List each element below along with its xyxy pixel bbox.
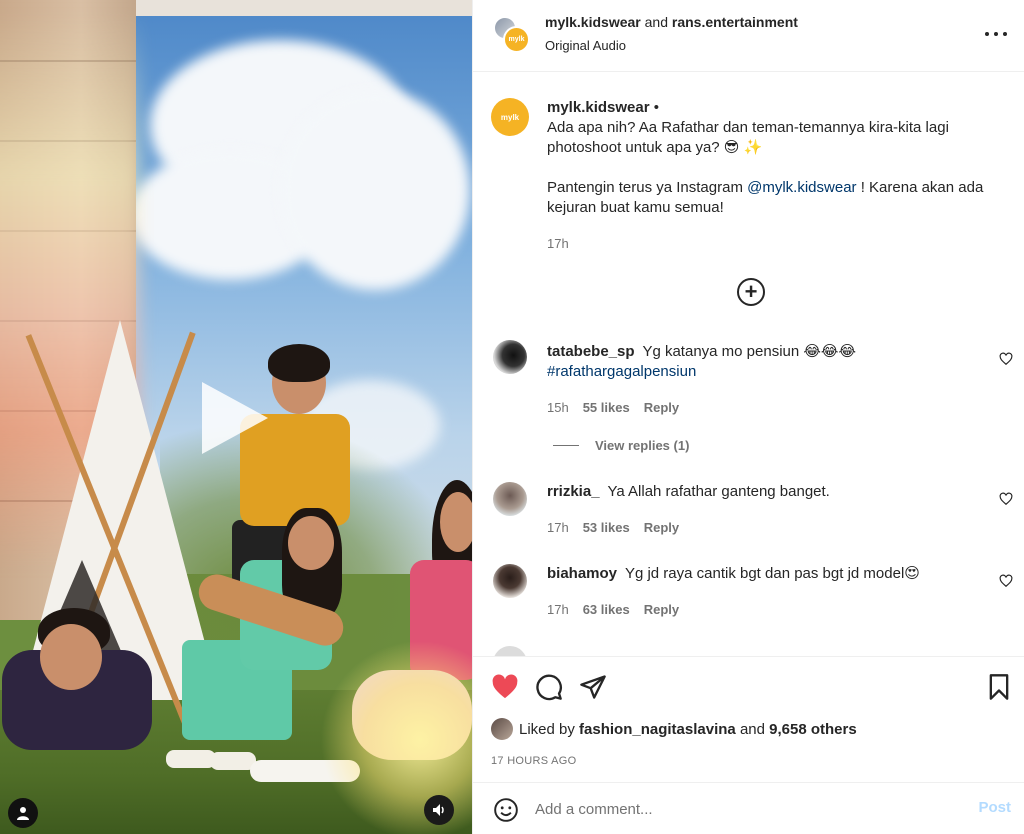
comment-2: rrizkia_ Ya Allah rafathar ganteng bange… bbox=[547, 482, 977, 502]
more-options-icon[interactable] bbox=[985, 25, 1007, 43]
comment-meta: 17h 53 likes Reply bbox=[547, 520, 679, 535]
post-authors: mylk.kidswear and rans.entertainment bbox=[545, 14, 798, 30]
post-side-panel: mylk mylk.kidswear and rans.entertainmen… bbox=[472, 0, 1024, 834]
post-time[interactable]: 17 HOURS AGO bbox=[491, 755, 577, 767]
caption: mylk.kidswear • Ada apa nih? Aa Rafathar… bbox=[547, 98, 997, 218]
comment-1: tatabebe_sp Yg katanya mo pensiun 😂😂😂 #r… bbox=[547, 342, 977, 382]
volume-icon[interactable] bbox=[424, 795, 454, 825]
comment-avatar[interactable] bbox=[493, 646, 527, 656]
collab-avatars[interactable]: mylk bbox=[493, 16, 530, 53]
view-replies-label: View replies (1) bbox=[595, 438, 690, 453]
comment-text: Ya Allah rafathar ganteng banget. bbox=[607, 483, 830, 500]
reply-button[interactable]: Reply bbox=[644, 400, 679, 415]
liked-by-others[interactable]: 9,658 others bbox=[769, 721, 857, 738]
caption-avatar[interactable]: mylk bbox=[491, 98, 529, 136]
comment-input[interactable] bbox=[535, 795, 955, 823]
comment-like-icon[interactable] bbox=[999, 352, 1013, 366]
audio-link[interactable]: Original Audio bbox=[545, 38, 626, 53]
post-header: mylk mylk.kidswear and rans.entertainmen… bbox=[473, 0, 1024, 72]
and-text: and bbox=[644, 14, 668, 30]
bookmark-icon[interactable] bbox=[985, 673, 1013, 701]
comment-meta: 15h 55 likes Reply bbox=[547, 400, 679, 415]
post-actions bbox=[473, 656, 1024, 716]
comment-like-icon[interactable] bbox=[999, 492, 1013, 506]
comment-username[interactable]: rrizkia_ bbox=[547, 483, 600, 500]
liked-by-user[interactable]: fashion_nagitaslavina bbox=[579, 721, 736, 738]
add-comment-bar: Post bbox=[473, 782, 1024, 834]
comments-section[interactable]: mylk mylk.kidswear • Ada apa nih? Aa Raf… bbox=[473, 72, 1024, 656]
reply-button[interactable]: Reply bbox=[644, 520, 679, 535]
comment-text: Yg jd raya cantik bgt dan pas bgt jd mod… bbox=[624, 565, 920, 582]
play-icon[interactable] bbox=[202, 382, 268, 454]
caption-time: 17h bbox=[547, 236, 569, 251]
collaborator-link[interactable]: rans.entertainment bbox=[672, 14, 798, 30]
liked-by-prefix: Liked by bbox=[519, 720, 575, 738]
emoji-icon[interactable] bbox=[493, 797, 519, 823]
likes-summary: Liked by fashion_nagitaslavina and 9,658… bbox=[491, 718, 857, 740]
post-video[interactable] bbox=[0, 0, 472, 834]
comment-avatar[interactable] bbox=[493, 340, 527, 374]
comment-avatar[interactable] bbox=[493, 482, 527, 516]
view-replies-button[interactable]: View replies (1) bbox=[553, 438, 689, 453]
comment-likes[interactable]: 53 likes bbox=[583, 520, 630, 535]
author-link[interactable]: mylk.kidswear bbox=[545, 14, 641, 30]
comment-meta: 17h 63 likes Reply bbox=[547, 602, 679, 617]
comment-time: 15h bbox=[547, 400, 569, 415]
brand-logo: mylk bbox=[503, 26, 530, 53]
load-more-comments-icon[interactable]: + bbox=[737, 278, 765, 306]
caption-line-1: Ada apa nih? Aa Rafathar dan teman-teman… bbox=[547, 119, 949, 156]
comment-likes[interactable]: 63 likes bbox=[583, 602, 630, 617]
liked-by-middle: and bbox=[739, 720, 765, 738]
comment-like-icon[interactable] bbox=[999, 574, 1013, 588]
share-icon[interactable] bbox=[579, 673, 607, 701]
post-comment-button[interactable]: Post bbox=[978, 799, 1011, 816]
comment-hashtag[interactable]: #rafathargagalpensiun bbox=[547, 363, 696, 380]
reply-button[interactable]: Reply bbox=[644, 602, 679, 617]
comment-3: biahamoy Yg jd raya cantik bgt dan pas b… bbox=[547, 564, 977, 584]
caption-mention[interactable]: @mylk.kidswear bbox=[747, 179, 856, 196]
comment-text: Yg katanya mo pensiun 😂😂😂 bbox=[642, 343, 856, 360]
caption-username[interactable]: mylk.kidswear bbox=[547, 99, 650, 116]
comment-username[interactable]: tatabebe_sp bbox=[547, 343, 635, 360]
comment-icon[interactable] bbox=[535, 673, 563, 701]
comment-likes[interactable]: 55 likes bbox=[583, 400, 630, 415]
comment-username[interactable]: biahamoy bbox=[547, 565, 617, 582]
caption-line-2-before: Pantengin terus ya Instagram bbox=[547, 179, 748, 196]
like-heart-icon[interactable] bbox=[491, 673, 519, 701]
verified-dot: • bbox=[653, 99, 659, 116]
comment-avatar[interactable] bbox=[493, 564, 527, 598]
instagram-post-modal: mylk mylk.kidswear and rans.entertainmen… bbox=[0, 0, 1024, 834]
comment-time: 17h bbox=[547, 520, 569, 535]
avatar[interactable] bbox=[491, 718, 513, 740]
comment-time: 17h bbox=[547, 602, 569, 617]
tagged-users-icon[interactable] bbox=[8, 798, 38, 828]
